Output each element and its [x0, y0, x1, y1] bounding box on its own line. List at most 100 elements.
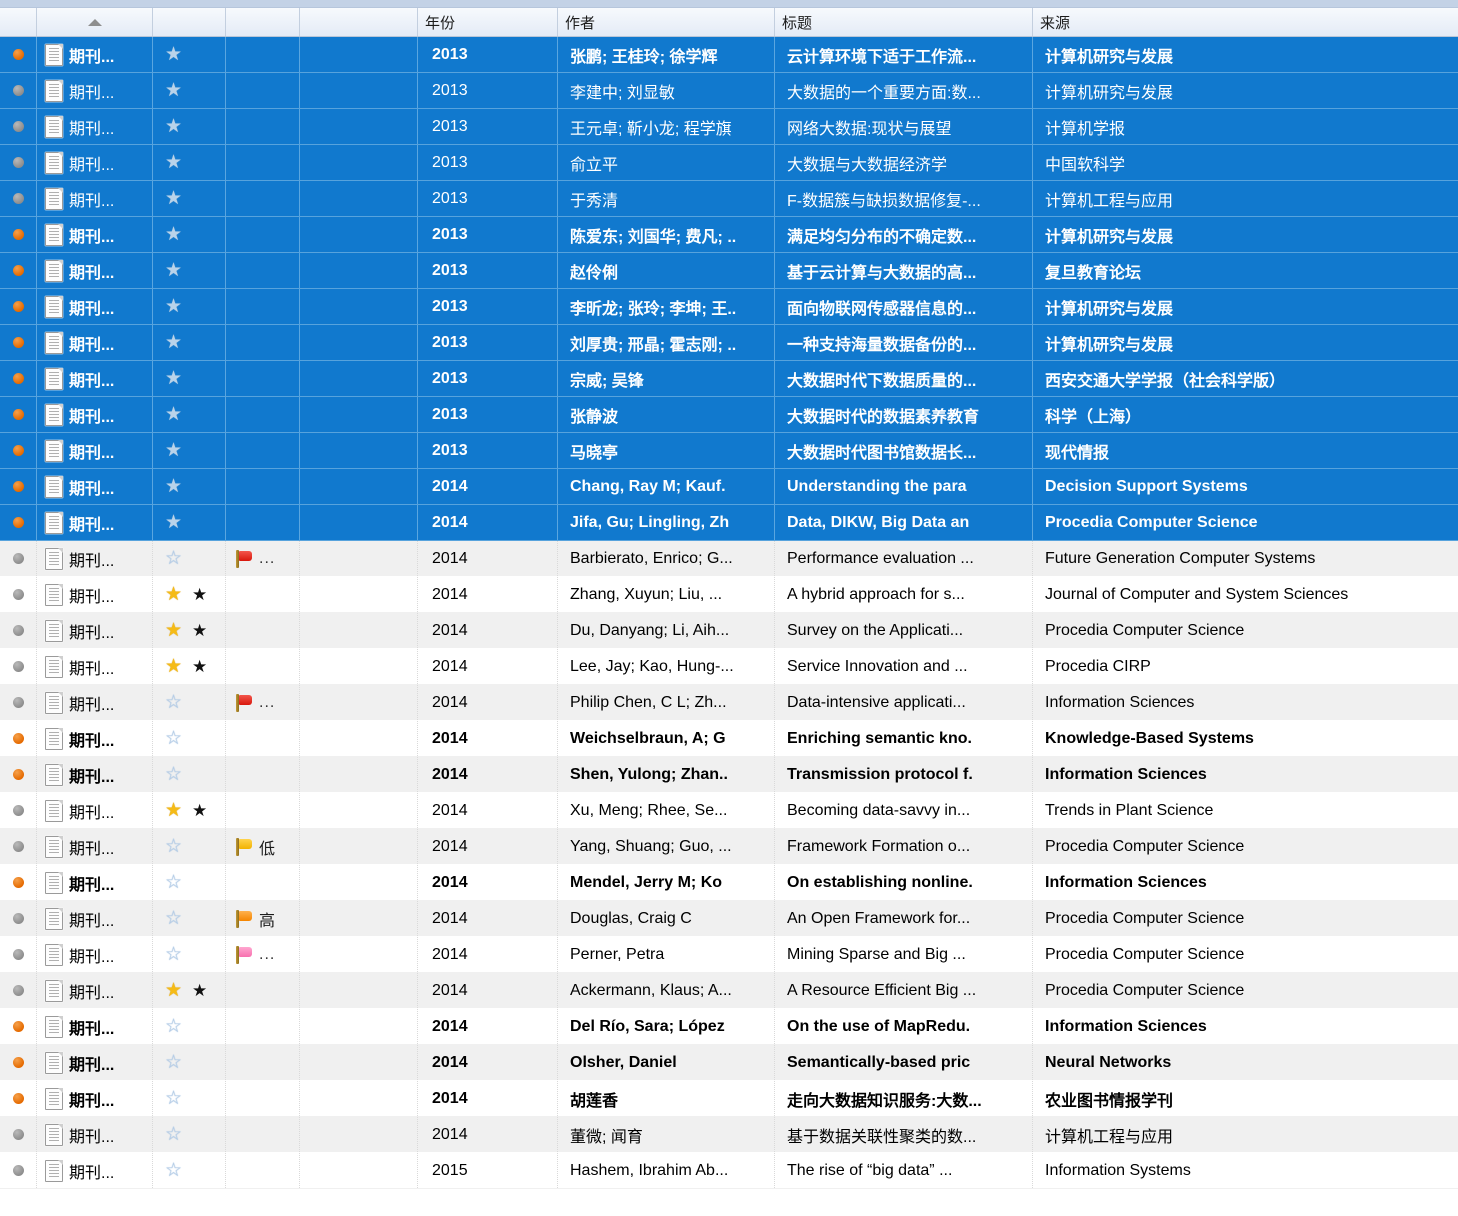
cell-extra[interactable] [300, 109, 418, 144]
cell-year[interactable]: 2013 [418, 397, 558, 432]
star-outline-icon[interactable]: ★ [165, 369, 182, 388]
star-filled-icon[interactable]: ★ [165, 657, 182, 676]
cell-reference-type[interactable]: 期刊... [37, 469, 153, 504]
table-row[interactable]: 期刊... ★ ★ 2014 Du, Danyang; Li, Aih... Survey… [0, 613, 1458, 649]
cell-reference-type[interactable]: 期刊... [37, 325, 153, 360]
cell-priority-flag[interactable] [226, 721, 300, 756]
star-outline-icon[interactable]: ☆ [165, 873, 182, 892]
cell-read-status[interactable] [0, 73, 37, 108]
cell-reference-type[interactable]: 期刊... [37, 937, 153, 972]
star-filled-icon[interactable]: ★ [165, 621, 182, 640]
cell-rating[interactable]: ☆ [153, 685, 226, 720]
cell-rating[interactable]: ★ ★ [153, 973, 226, 1008]
cell-extra[interactable] [300, 1009, 418, 1044]
star-outline-icon[interactable]: ☆ [165, 1161, 182, 1180]
cell-reference-type[interactable]: 期刊... [37, 1153, 153, 1188]
cell-rating[interactable]: ★ [153, 73, 226, 108]
cell-title[interactable]: 基于数据关联性聚类的数... [775, 1117, 1033, 1152]
table-row[interactable]: 期刊... ★ 2013 赵伶俐 基于云计算与大数据的高... 复旦教育论坛 [0, 253, 1458, 289]
cell-reference-type[interactable]: 期刊... [37, 793, 153, 828]
table-row[interactable]: 期刊... ★ ★ 2014 Zhang, Xuyun; Liu, ... A hybri… [0, 577, 1458, 613]
table-row[interactable]: 期刊... ★ 2013 李昕龙; 张玲; 李坤; 王.. 面向物联网传感器信息的...… [0, 289, 1458, 325]
cell-extra[interactable] [300, 73, 418, 108]
cell-read-status[interactable] [0, 1081, 37, 1116]
cell-rating[interactable]: ★ [153, 181, 226, 216]
cell-author[interactable]: Douglas, Craig C [558, 901, 775, 936]
cell-extra[interactable] [300, 901, 418, 936]
cell-year[interactable]: 2014 [418, 757, 558, 792]
star-outline-icon[interactable]: ★ [165, 477, 182, 496]
flag-icon[interactable] [236, 549, 253, 568]
cell-year[interactable]: 2013 [418, 325, 558, 360]
cell-read-status[interactable] [0, 1117, 37, 1152]
cell-rating[interactable]: ★ [153, 289, 226, 324]
table-row[interactable]: 期刊... ☆ 低 2014 Yang, Shuang; Guo, ... Framewo… [0, 829, 1458, 865]
cell-read-status[interactable] [0, 973, 37, 1008]
cell-source[interactable]: Procedia Computer Science [1033, 613, 1458, 648]
cell-year[interactable]: 2013 [418, 109, 558, 144]
cell-extra[interactable] [300, 937, 418, 972]
table-row[interactable]: 期刊... ☆... 2014 Philip Chen, C L; Zh... Data… [0, 685, 1458, 721]
cell-title[interactable]: 云计算环境下适于工作流... [775, 37, 1033, 72]
cell-extra[interactable] [300, 361, 418, 396]
cell-rating[interactable]: ★ ★ [153, 793, 226, 828]
cell-read-status[interactable] [0, 1045, 37, 1080]
cell-year[interactable]: 2014 [418, 577, 558, 612]
cell-read-status[interactable] [0, 361, 37, 396]
cell-title[interactable]: Survey on the Applicati... [775, 613, 1033, 648]
cell-reference-type[interactable]: 期刊... [37, 1117, 153, 1152]
flag-icon[interactable] [236, 909, 253, 928]
table-row[interactable]: 期刊... ★ 2013 俞立平 大数据与大数据经济学 中国软科学 [0, 145, 1458, 181]
cell-read-status[interactable] [0, 865, 37, 900]
cell-author[interactable]: Shen, Yulong; Zhan.. [558, 757, 775, 792]
cell-rating[interactable]: ★ [153, 325, 226, 360]
cell-reference-type[interactable]: 期刊... [37, 181, 153, 216]
cell-title[interactable]: Performance evaluation ... [775, 541, 1033, 576]
cell-read-status[interactable] [0, 829, 37, 864]
cell-year[interactable]: 2014 [418, 1009, 558, 1044]
column-header-rating[interactable] [153, 8, 226, 36]
star-outline-icon[interactable]: ★ [165, 45, 182, 64]
star-outline-icon[interactable]: ☆ [165, 549, 182, 568]
cell-title[interactable]: Framework Formation o... [775, 829, 1033, 864]
cell-author[interactable]: Jifa, Gu; Lingling, Zh [558, 505, 775, 540]
cell-priority-flag[interactable] [226, 361, 300, 396]
cell-reference-type[interactable]: 期刊... [37, 1081, 153, 1116]
cell-author[interactable]: 王元卓; 靳小龙; 程学旗 [558, 109, 775, 144]
cell-source[interactable]: Procedia Computer Science [1033, 973, 1458, 1008]
cell-reference-type[interactable]: 期刊... [37, 1009, 153, 1044]
table-row[interactable]: 期刊... ★ 2013 马晓亭 大数据时代图书馆数据长... 现代情报 [0, 433, 1458, 469]
cell-source[interactable]: Procedia Computer Science [1033, 829, 1458, 864]
cell-reference-type[interactable]: 期刊... [37, 721, 153, 756]
cell-reference-type[interactable]: 期刊... [37, 145, 153, 180]
cell-author[interactable]: Ackermann, Klaus; A... [558, 973, 775, 1008]
cell-priority-flag[interactable] [226, 865, 300, 900]
cell-priority-flag[interactable] [226, 289, 300, 324]
cell-extra[interactable] [300, 505, 418, 540]
cell-priority-flag[interactable] [226, 1009, 300, 1044]
cell-read-status[interactable] [0, 613, 37, 648]
cell-priority-flag[interactable] [226, 613, 300, 648]
flag-icon[interactable] [236, 693, 253, 712]
cell-title[interactable]: Mining Sparse and Big ... [775, 937, 1033, 972]
cell-source[interactable]: 西安交通大学学报（社会科学版） [1033, 361, 1458, 396]
cell-year[interactable]: 2014 [418, 865, 558, 900]
cell-reference-type[interactable]: 期刊... [37, 541, 153, 576]
table-row[interactable]: 期刊... ★ 2013 张静波 大数据时代的数据素养教育 科学（上海） [0, 397, 1458, 433]
cell-extra[interactable] [300, 757, 418, 792]
cell-reference-type[interactable]: 期刊... [37, 865, 153, 900]
cell-rating[interactable]: ★ [153, 469, 226, 504]
table-row[interactable]: 期刊... ☆ 高 2014 Douglas, Craig C An Open Frame… [0, 901, 1458, 937]
cell-title[interactable]: On establishing nonline. [775, 865, 1033, 900]
cell-author[interactable]: Yang, Shuang; Guo, ... [558, 829, 775, 864]
cell-title[interactable]: The rise of “big data” ... [775, 1153, 1033, 1188]
cell-source[interactable]: Trends in Plant Science [1033, 793, 1458, 828]
table-row[interactable]: 期刊... ★ 2013 刘厚贵; 邢晶; 霍志刚; .. 一种支持海量数据备份的...… [0, 325, 1458, 361]
cell-author[interactable]: 张静波 [558, 397, 775, 432]
cell-author[interactable]: Du, Danyang; Li, Aih... [558, 613, 775, 648]
star-outline-icon[interactable]: ★ [165, 117, 182, 136]
cell-extra[interactable] [300, 217, 418, 252]
cell-year[interactable]: 2013 [418, 145, 558, 180]
star-outline-icon[interactable]: ☆ [165, 1053, 182, 1072]
cell-rating[interactable]: ☆ [153, 1081, 226, 1116]
